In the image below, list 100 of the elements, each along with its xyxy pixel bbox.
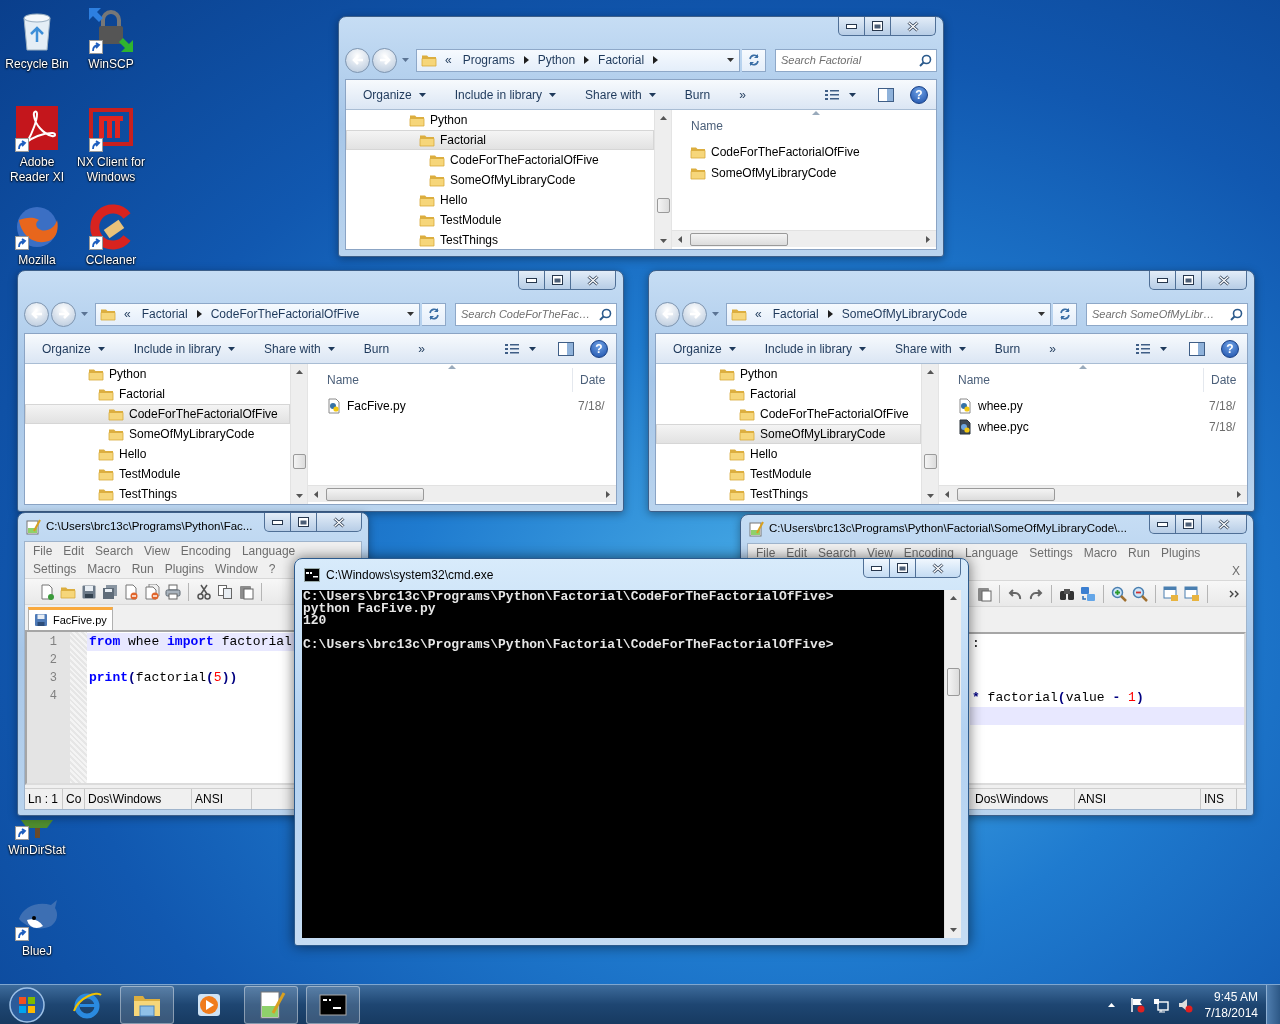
menu-item[interactable]: Search: [813, 544, 862, 562]
replace-icon[interactable]: [1080, 585, 1096, 602]
menu-item[interactable]: Plugins: [1156, 544, 1206, 562]
close-button[interactable]: [317, 513, 362, 532]
maximize-button[interactable]: [1176, 271, 1202, 290]
menu-item[interactable]: Settings: [28, 560, 82, 578]
toolbar-button[interactable]: Burn: [987, 336, 1028, 361]
menu-item[interactable]: File: [751, 544, 781, 562]
vertical-scrollbar[interactable]: [290, 364, 307, 504]
show-desktop-button[interactable]: [1266, 985, 1280, 1024]
clipboard-icon[interactable]: [238, 583, 254, 600]
minimize-button[interactable]: [264, 513, 291, 532]
back-button[interactable]: [655, 301, 680, 327]
breadcrumb-item[interactable]: CodeForTheFactorialOfFive: [207, 305, 363, 323]
address-bar[interactable]: « Programs Python Factorial: [416, 48, 740, 72]
menu-item[interactable]: Edit: [781, 544, 813, 562]
back-button[interactable]: [345, 47, 370, 73]
close-button[interactable]: [891, 17, 936, 36]
clipboard-icon[interactable]: [976, 585, 992, 602]
tree-item[interactable]: Python: [25, 364, 290, 384]
tree-item[interactable]: Hello: [656, 444, 921, 464]
taskbar-button[interactable]: [120, 985, 174, 1024]
search-icon[interactable]: [599, 307, 612, 321]
column-header[interactable]: Name: [941, 370, 1203, 389]
script-item[interactable]: whee.pyc: [939, 417, 1201, 436]
tree-item[interactable]: TestThings: [656, 484, 921, 504]
locked-window-icon[interactable]: [1163, 585, 1179, 602]
desktop-icon-label[interactable]: NX Client for Windows: [73, 155, 149, 185]
toolbar-button[interactable]: Share with: [578, 82, 663, 107]
tree-item[interactable]: TestModule: [25, 464, 290, 484]
clock-time[interactable]: 9:45 AM: [1213, 988, 1258, 1005]
tree-item[interactable]: SomeOfMyLibraryCode: [656, 424, 921, 444]
toolbar-button[interactable]: Organize: [356, 82, 433, 107]
tree-item[interactable]: SomeOfMyLibraryCode: [25, 424, 290, 444]
tree-item[interactable]: CodeForTheFactorialOfFive: [346, 150, 654, 170]
menu-item[interactable]: Encoding: [898, 544, 959, 562]
column-header[interactable]: Name: [674, 116, 936, 135]
menu-item[interactable]: Plugins: [159, 560, 210, 578]
copy-icon[interactable]: [217, 583, 233, 600]
new-document-icon[interactable]: [39, 583, 55, 600]
menu-item[interactable]: Macro: [82, 560, 126, 578]
scrollbar-thumb[interactable]: [656, 198, 670, 213]
desktop-icon-label[interactable]: CCleaner: [85, 253, 137, 268]
scissors-icon[interactable]: [196, 583, 212, 600]
menu-item[interactable]: Run: [126, 560, 159, 578]
vertical-scrollbar[interactable]: [921, 364, 938, 504]
taskbar-button[interactable]: [244, 985, 298, 1024]
maximize-button[interactable]: [545, 271, 571, 290]
tree-item[interactable]: TestThings: [25, 484, 290, 504]
toolbar-button[interactable]: »: [1042, 336, 1063, 361]
column-header[interactable]: Name: [310, 370, 572, 389]
zoom-out-icon[interactable]: [1132, 585, 1148, 602]
toolbar-button[interactable]: Include in library: [757, 336, 874, 361]
horizontal-scrollbar[interactable]: [308, 485, 616, 502]
toolbar-button[interactable]: »: [732, 82, 753, 107]
menu-item[interactable]: ?: [263, 560, 281, 578]
maximize-button[interactable]: [291, 513, 317, 532]
minimize-button[interactable]: [1149, 515, 1176, 534]
toolbar-button[interactable]: Burn: [356, 336, 397, 361]
forward-button[interactable]: [372, 47, 397, 73]
clock-date[interactable]: 7/18/2014: [1204, 1004, 1258, 1021]
tree-item[interactable]: Hello: [25, 444, 290, 464]
speaker-icon[interactable]: [1176, 996, 1193, 1013]
forward-button[interactable]: [682, 301, 707, 327]
desktop-icon-label[interactable]: WinSCP: [88, 57, 134, 72]
search-field[interactable]: Search CodeForTheFac…: [455, 302, 617, 326]
desktop-icon-label[interactable]: Mozilla: [18, 253, 56, 268]
maximize-button[interactable]: [890, 559, 916, 578]
search-icon[interactable]: [1230, 307, 1243, 321]
close-document-icon[interactable]: [123, 583, 139, 600]
toolbar-button[interactable]: Organize: [35, 336, 112, 361]
start-button[interactable]: [6, 985, 48, 1024]
menu-item[interactable]: Settings: [1024, 544, 1078, 562]
folder-item[interactable]: SomeOfMyLibraryCode: [672, 163, 934, 182]
minimize-button[interactable]: [518, 271, 545, 290]
refresh-button[interactable]: [1053, 302, 1077, 326]
menu-item[interactable]: View: [139, 542, 175, 560]
menu-item[interactable]: Encoding: [175, 542, 236, 560]
tree-item[interactable]: Python: [346, 110, 654, 130]
taskbar-button[interactable]: [306, 985, 360, 1024]
menu-item[interactable]: View: [862, 544, 898, 562]
tree-item[interactable]: Hello: [346, 190, 654, 210]
maximize-button[interactable]: [1176, 515, 1202, 534]
close-document-button[interactable]: X: [1230, 562, 1242, 580]
toolbar-button[interactable]: »: [411, 336, 432, 361]
forward-button[interactable]: [51, 301, 76, 327]
desktop-icon-label[interactable]: BlueJ: [22, 944, 52, 959]
tree-item[interactable]: Factorial: [656, 384, 921, 404]
folder-item[interactable]: CodeForTheFactorialOfFive: [672, 142, 934, 161]
menu-item[interactable]: File: [28, 542, 58, 560]
toolbar-button[interactable]: Share with: [257, 336, 342, 361]
close-button[interactable]: [571, 271, 616, 290]
script-item[interactable]: whee.py: [939, 396, 1201, 415]
toolbar-button[interactable]: Organize: [666, 336, 743, 361]
close-documents-icon[interactable]: [144, 583, 160, 600]
menu-item[interactable]: Edit: [58, 542, 90, 560]
vertical-scrollbar[interactable]: [654, 110, 671, 249]
close-button[interactable]: [916, 559, 961, 578]
column-header[interactable]: Date: [572, 367, 606, 392]
tree-item[interactable]: CodeForTheFactorialOfFive: [656, 404, 921, 424]
